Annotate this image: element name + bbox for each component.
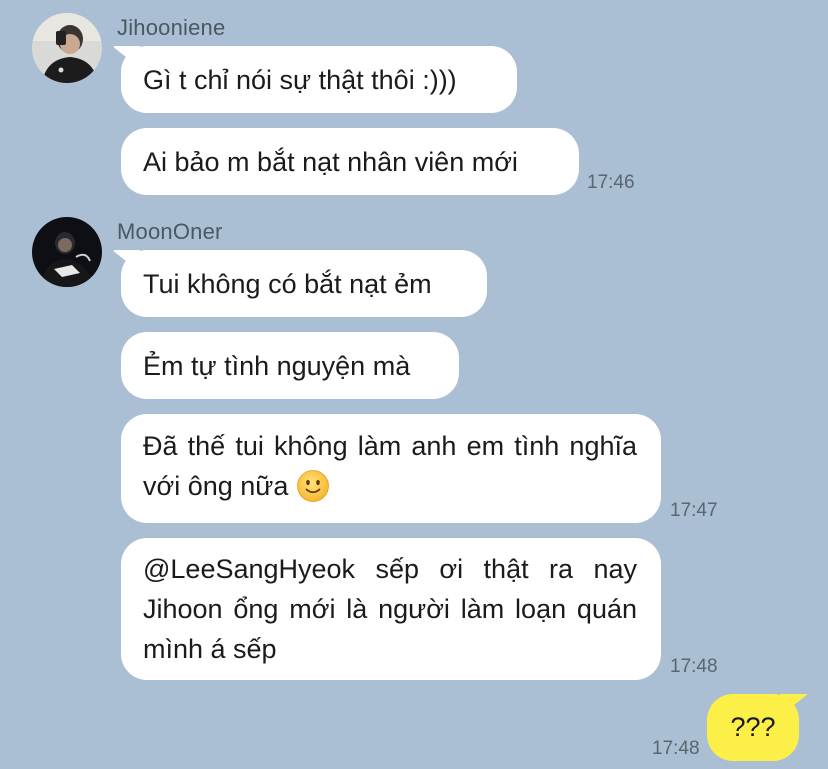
- message-bubble[interactable]: @LeeSangHyeok sếp ơi thật ra nay Jihoon …: [121, 538, 661, 680]
- slightly-smiling-face-icon: [296, 470, 329, 502]
- message-bubble[interactable]: Tui không có bắt nạt ẻm: [121, 250, 487, 317]
- profile-photo-icon: [32, 13, 102, 83]
- message-text: Ai bảo m bắt nạt nhân viên mới: [143, 146, 518, 177]
- message-text: Ẻm tự tình nguyện mà: [143, 350, 411, 381]
- message-text: Tui không có bắt nạt ẻm: [143, 268, 432, 299]
- avatar-jihooniene[interactable]: [32, 13, 102, 83]
- message-bubble[interactable]: Gì t chỉ nói sự thật thôi :))): [121, 46, 517, 113]
- profile-photo-icon: [32, 217, 102, 287]
- sender-name: Jihooniene: [117, 15, 226, 40]
- timestamp: 17:46: [587, 172, 635, 193]
- timestamp: 17:48: [652, 738, 700, 759]
- message-text: ???: [730, 712, 776, 742]
- message-bubble[interactable]: Ai bảo m bắt nạt nhân viên mới: [121, 128, 579, 195]
- message-bubble[interactable]: Ẻm tự tình nguyện mà: [121, 332, 459, 399]
- message-text: Đã thế tui không làm anh em tình nghĩa v…: [143, 431, 637, 501]
- timestamp: 17:47: [670, 500, 718, 521]
- sender-name: MoonOner: [117, 219, 223, 244]
- outgoing-message-bubble[interactable]: ???: [707, 694, 799, 761]
- timestamp: 17:48: [670, 656, 718, 677]
- message-text: Gì t chỉ nói sự thật thôi :))): [143, 64, 457, 95]
- message-text: @LeeSangHyeok sếp ơi thật ra nay Jihoon …: [143, 554, 637, 664]
- avatar-moononer[interactable]: [32, 217, 102, 287]
- message-bubble[interactable]: Đã thế tui không làm anh em tình nghĩa v…: [121, 414, 661, 523]
